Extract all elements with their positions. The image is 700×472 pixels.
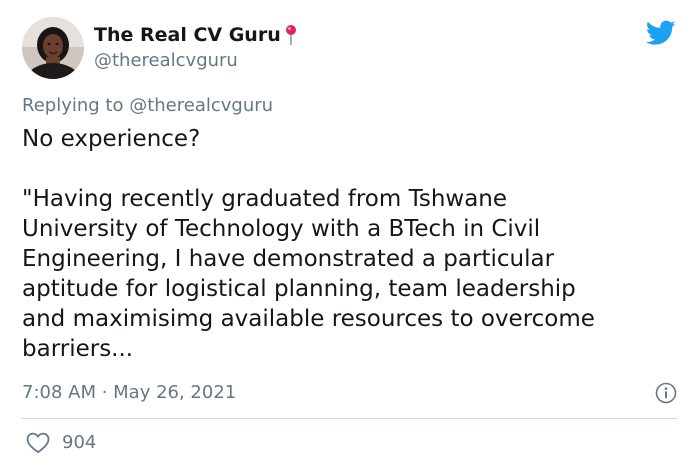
round-pushpin-icon [285, 24, 297, 46]
replying-to-label: Replying to [22, 95, 130, 116]
author-name[interactable]: The Real CV Guru [94, 23, 281, 47]
heart-icon[interactable] [26, 432, 50, 454]
avatar[interactable] [22, 17, 84, 79]
divider [22, 418, 678, 419]
tweet-body: No experience? "Having recently graduate… [22, 124, 682, 364]
author-handle[interactable]: @therealcvguru [94, 49, 297, 73]
tweet-card: The Real CV Guru @therealcvguru Replying… [0, 0, 700, 472]
tweet-meta-row: 7:08 AM · May 26, 2021 [22, 380, 677, 406]
tweet-actions: 904 [26, 431, 96, 455]
author-block: The Real CV Guru @therealcvguru [94, 23, 297, 73]
tweet-timestamp[interactable]: 7:08 AM · May 26, 2021 [22, 381, 236, 405]
like-count: 904 [62, 432, 97, 453]
twitter-bird-icon[interactable] [645, 20, 676, 46]
replying-to-line: Replying to @therealcvguru [22, 94, 273, 118]
tweet-text-line1: No experience? [22, 126, 201, 152]
tweet-text-paragraph: "Having recently graduated from Tshwane … [22, 186, 595, 362]
tweet-header: The Real CV Guru @therealcvguru [22, 17, 297, 79]
replying-to-mention[interactable]: @therealcvguru [129, 95, 273, 116]
author-name-row[interactable]: The Real CV Guru [94, 23, 297, 47]
info-icon[interactable] [655, 382, 677, 404]
